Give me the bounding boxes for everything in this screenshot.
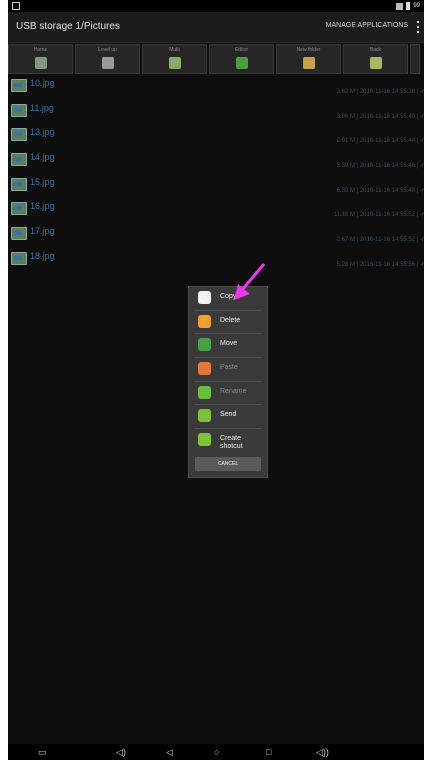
file-name: 11.jpg bbox=[30, 102, 54, 113]
toolbar-button-label: Home bbox=[33, 47, 48, 53]
menu-item-label: Delete bbox=[220, 316, 241, 324]
menu-item-send[interactable]: Send bbox=[194, 405, 262, 430]
device-screen: 99 USB storage 1/Pictures MANAGE APPLICA… bbox=[8, 0, 424, 760]
rename-icon bbox=[198, 385, 211, 399]
file-meta: 6.30 M | 2016-11-16 14:55:48 | -r bbox=[336, 187, 424, 194]
pin-icon bbox=[198, 433, 211, 447]
file-meta: 5.28 M | 2016-11-16 14:55:56 | -r bbox=[336, 261, 424, 268]
signal-icon bbox=[396, 2, 404, 10]
manage-applications-button[interactable]: MANAGE APPLICATIONS bbox=[326, 22, 408, 29]
image-file-icon bbox=[11, 251, 27, 265]
volume-down-icon[interactable]: ◁) bbox=[116, 747, 126, 757]
toolbar-button-new-folder[interactable]: New folder bbox=[276, 44, 341, 74]
toolbar-button-editor[interactable]: Editor bbox=[209, 44, 274, 74]
toolbar-button-label: New folder bbox=[296, 47, 321, 53]
toolbar-button-label: Level up bbox=[98, 47, 117, 53]
notification-icon bbox=[12, 2, 20, 10]
toolbar-button-label: Multi bbox=[169, 47, 180, 53]
file-name: 10.jpg bbox=[30, 78, 55, 88]
overflow-menu-icon[interactable] bbox=[417, 21, 420, 33]
file-name: 17.jpg bbox=[30, 226, 55, 237]
toolbar-button-multi[interactable]: Multi bbox=[142, 44, 207, 74]
toolbar-button-label: Editor bbox=[234, 47, 249, 53]
battery-icon bbox=[406, 2, 411, 10]
move-icon bbox=[198, 338, 211, 352]
back-icon[interactable]: ◁ bbox=[166, 747, 173, 757]
file-name: 13.jpg bbox=[30, 127, 55, 138]
context-menu: Copy Delete Move Paste Rename Send Create shot… bbox=[188, 286, 268, 478]
toolbar-button-back[interactable]: Back bbox=[343, 44, 408, 74]
file-meta: 3.62 M | 2016-11-16 14:55:38 | -r bbox=[336, 89, 424, 95]
menu-item-rename[interactable]: Rename bbox=[194, 382, 262, 406]
cancel-button[interactable]: CANCEL bbox=[195, 457, 261, 471]
menu-item-move[interactable]: Move bbox=[194, 334, 262, 359]
file-name: 16.jpg bbox=[30, 201, 55, 212]
image-file-icon bbox=[11, 128, 27, 142]
image-file-icon bbox=[11, 153, 27, 167]
image-file-icon bbox=[11, 177, 27, 191]
file-row[interactable]: 14.jpg 3.39 M | 2016-11-16 14:55:46 | -r bbox=[8, 150, 424, 175]
file-meta: 2.67 M | 2016-11-16 14:55:52 | -r bbox=[336, 237, 424, 244]
file-row[interactable]: 16.jpg 11.16 M | 2016-11-16 14:55:52 | -r bbox=[8, 199, 424, 224]
menu-item-create-shotcut[interactable]: Create shotcut bbox=[194, 429, 262, 461]
file-row[interactable]: 13.jpg 2.91 M | 2016-11-16 14:55:44 | -r bbox=[8, 125, 424, 150]
send-icon bbox=[198, 409, 211, 423]
copy-icon bbox=[198, 291, 211, 304]
file-name: 15.jpg bbox=[30, 176, 55, 187]
navigation-bar: ▭ ◁) ◁ ○ □ ◁)) bbox=[8, 744, 424, 760]
file-meta: 2.91 M | 2016-11-16 14:55:44 | -r bbox=[336, 138, 424, 145]
editor-icon bbox=[236, 57, 248, 69]
file-name: 18.jpg bbox=[30, 250, 55, 261]
image-file-icon bbox=[11, 79, 27, 92]
image-file-icon bbox=[11, 202, 27, 216]
file-row[interactable]: 10.jpg 3.62 M | 2016-11-16 14:55:38 | -r bbox=[8, 76, 424, 101]
file-row[interactable]: 15.jpg 6.30 M | 2016-11-16 14:55:48 | -r bbox=[8, 175, 424, 200]
menu-item-label: Move bbox=[220, 340, 238, 348]
file-name: 14.jpg bbox=[30, 152, 55, 163]
menu-item-label: Create shotcut bbox=[220, 435, 243, 451]
menu-item-label: Rename bbox=[220, 387, 247, 395]
toolbar-scroll-edge[interactable] bbox=[410, 44, 420, 74]
file-meta: 3.96 M | 2016-11-16 14:55:40 | -r bbox=[336, 113, 424, 120]
paste-icon bbox=[198, 362, 211, 376]
file-list: 10.jpg 3.62 M | 2016-11-16 14:55:38 | -r 1… bbox=[8, 76, 424, 274]
file-row[interactable]: 11.jpg 3.96 M | 2016-11-16 14:55:40 | -r bbox=[8, 101, 424, 126]
image-file-icon bbox=[11, 103, 27, 117]
page-title: USB storage 1/Pictures bbox=[16, 21, 120, 32]
menu-item-paste[interactable]: Paste bbox=[194, 358, 262, 382]
clock: 99 bbox=[413, 3, 420, 9]
back-icon bbox=[370, 57, 382, 69]
menu-item-delete[interactable]: Delete bbox=[194, 311, 262, 335]
toolbar-button-level-up[interactable]: Level up bbox=[75, 44, 140, 74]
toolbar: Home Level up Multi Editor New folder Back bbox=[8, 44, 424, 74]
screenshot-icon[interactable]: ▭ bbox=[38, 747, 47, 757]
delete-icon bbox=[198, 314, 211, 328]
file-meta: 11.16 M | 2016-11-16 14:55:52 | -r bbox=[333, 212, 424, 219]
toolbar-button-home[interactable]: Home bbox=[8, 44, 73, 74]
file-row[interactable]: 18.jpg 5.28 M | 2016-11-16 14:55:56 | -r bbox=[8, 249, 424, 274]
volume-up-icon[interactable]: ◁)) bbox=[316, 747, 329, 757]
menu-item-label: Paste bbox=[220, 364, 238, 372]
file-row[interactable]: 17.jpg 2.67 M | 2016-11-16 14:55:52 | -r bbox=[8, 224, 424, 249]
level-up-icon bbox=[102, 57, 114, 69]
new-folder-icon bbox=[303, 57, 315, 69]
home-icon bbox=[35, 57, 47, 69]
title-bar: USB storage 1/Pictures MANAGE APPLICATIO… bbox=[8, 12, 424, 43]
image-file-icon bbox=[11, 227, 27, 241]
home-icon[interactable]: ○ bbox=[214, 747, 219, 757]
menu-item-label: Send bbox=[220, 411, 237, 419]
annotation-arrow-icon bbox=[234, 263, 266, 300]
recents-icon[interactable]: □ bbox=[266, 747, 271, 757]
file-meta: 3.39 M | 2016-11-16 14:55:46 | -r bbox=[336, 163, 424, 170]
status-bar: 99 bbox=[8, 0, 424, 12]
multi-icon bbox=[169, 57, 181, 69]
toolbar-button-label: Back bbox=[369, 47, 382, 53]
